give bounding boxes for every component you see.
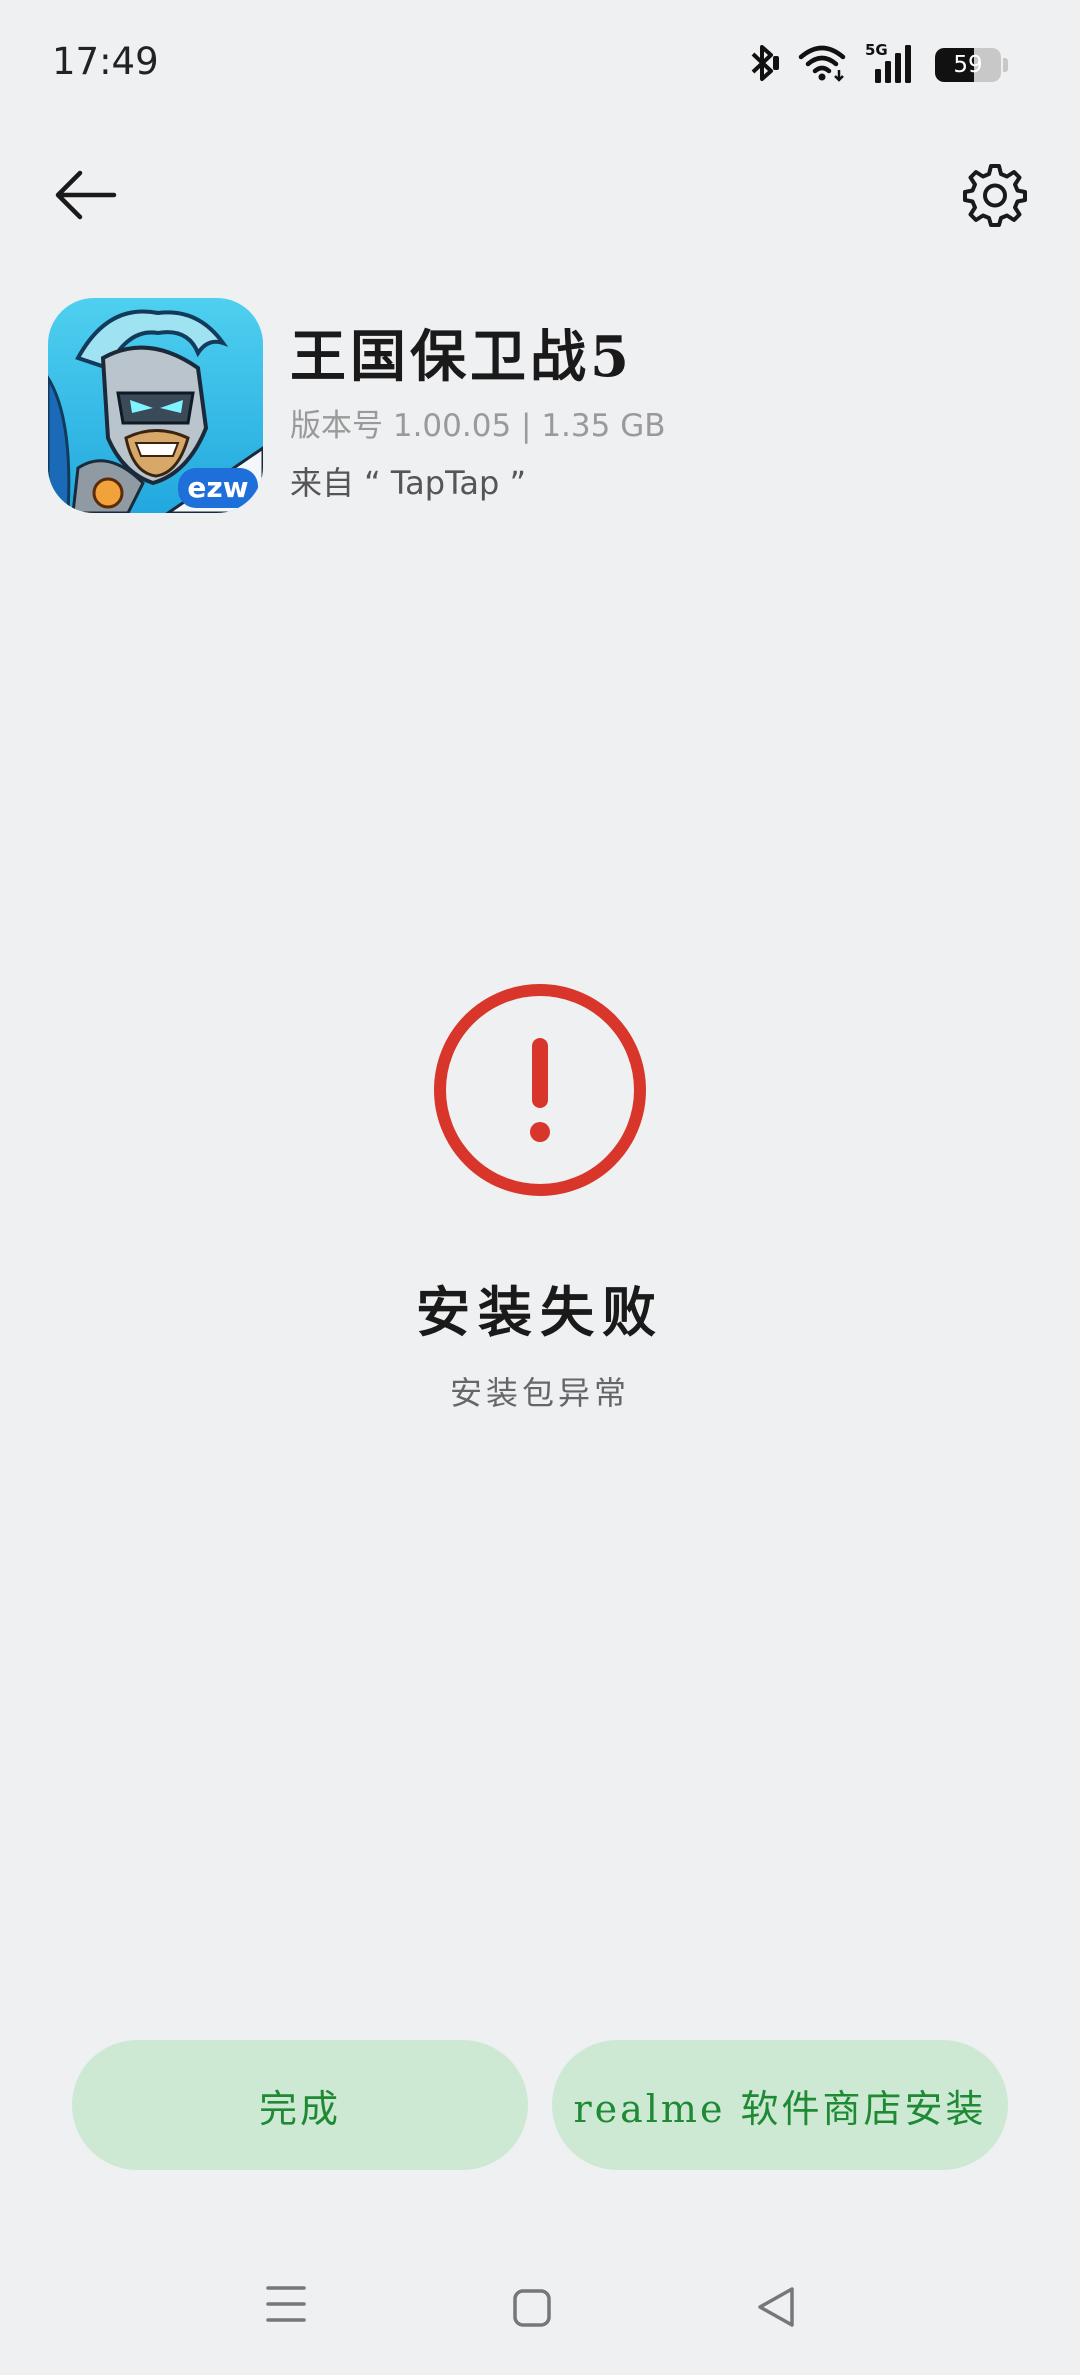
back-button[interactable]	[40, 150, 130, 240]
5g-signal-icon: 5G	[865, 41, 917, 89]
gear-icon	[963, 164, 1027, 227]
battery-icon: 59	[935, 48, 1008, 82]
back-triangle-icon[interactable]	[754, 2284, 800, 2330]
icon-badge-text: ezw	[187, 471, 248, 504]
app-source: 来自 “ TapTap ”	[290, 464, 527, 502]
battery-percent: 59	[953, 52, 983, 78]
app-name: 王国保卫战5	[290, 324, 633, 390]
settings-button[interactable]	[950, 150, 1040, 240]
error-title: 安装失败	[416, 1280, 664, 1344]
error-icon	[430, 980, 650, 1200]
app-icon: ezw	[48, 298, 263, 513]
network-type-label: 5G	[865, 41, 888, 59]
status-time: 17:49	[52, 40, 159, 83]
app-version: 版本号 1.00.05 | 1.35 GB	[290, 408, 666, 444]
arrow-left-icon	[55, 170, 117, 220]
home-icon[interactable]	[512, 2288, 552, 2328]
done-button[interactable]: 完成	[72, 2040, 528, 2170]
menu-icon[interactable]	[262, 2282, 310, 2326]
wifi-icon	[797, 43, 847, 87]
store-install-button[interactable]: realme 软件商店安装	[552, 2040, 1008, 2170]
error-subtitle: 安装包异常	[449, 1374, 630, 1412]
bluetooth-icon	[747, 43, 779, 87]
status-icons: 5G 59	[747, 40, 1008, 90]
